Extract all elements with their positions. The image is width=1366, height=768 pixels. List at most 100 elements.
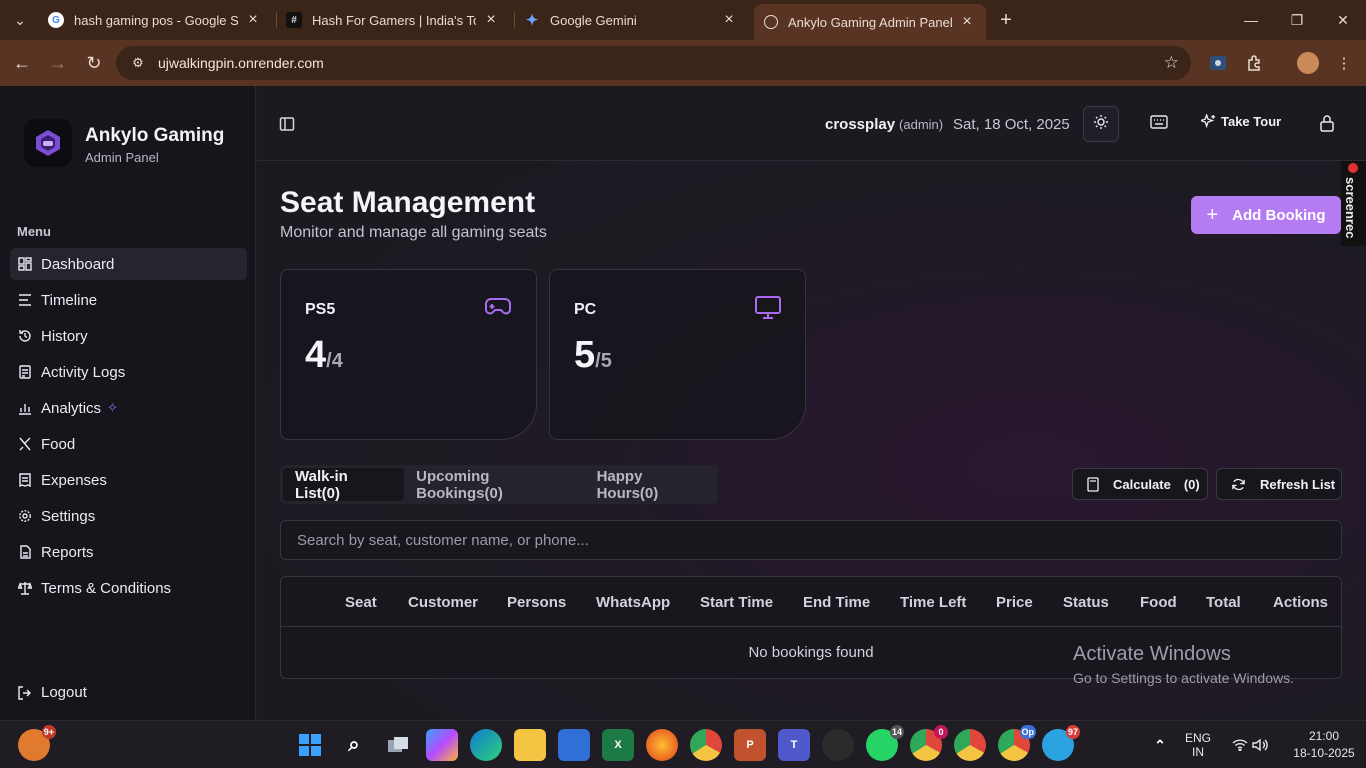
seats-available: 5/5	[574, 334, 612, 377]
take-tour-button[interactable]: Take Tour	[1201, 114, 1281, 129]
close-tab-icon[interactable]: ×	[244, 11, 262, 29]
sparkle-icon: ✧	[107, 400, 118, 415]
excel-icon[interactable]: X	[602, 729, 634, 761]
volume-icon[interactable]	[1244, 729, 1276, 761]
start-windows-icon[interactable]	[294, 729, 326, 761]
column-header: Food	[1140, 594, 1177, 611]
microsoft-store-icon[interactable]	[558, 729, 590, 761]
minimize-icon[interactable]: —	[1228, 0, 1274, 40]
calculate-button[interactable]: Calculate (0)	[1072, 468, 1208, 500]
seat-card-pc[interactable]: PC 5/5	[549, 269, 806, 440]
add-booking-label: Add Booking	[1232, 206, 1326, 224]
user-role: (admin)	[899, 117, 944, 132]
bookmark-star-icon[interactable]: ☆	[1164, 53, 1179, 73]
tab-search-chevron-icon[interactable]: ⌄	[6, 6, 34, 34]
logout-button[interactable]: Logout	[18, 684, 87, 701]
telegram-icon[interactable]: 97	[1042, 725, 1080, 761]
system-clock[interactable]: 21:00 18-10-2025	[1290, 729, 1358, 760]
column-header: Actions	[1273, 594, 1329, 611]
watermark-subtitle: Go to Settings to activate Windows.	[1073, 670, 1294, 686]
keyboard-shortcuts-button[interactable]	[1141, 106, 1177, 142]
profile-avatar[interactable]	[1296, 51, 1320, 75]
total-count: /5	[595, 350, 612, 372]
tab-happy-hours[interactable]: Happy Hours(0)	[585, 468, 715, 502]
sidebar-toggle-icon[interactable]	[279, 116, 295, 137]
close-window-icon[interactable]: ✕	[1320, 0, 1366, 40]
column-header: WhatsApp	[596, 594, 671, 611]
extensions-puzzle-icon[interactable]	[1243, 51, 1267, 75]
tab-walk-in-list[interactable]: Walk-in List(0)	[283, 468, 405, 502]
notification-badge: 97	[1065, 725, 1080, 739]
restore-icon[interactable]: ❐	[1274, 0, 1320, 40]
chrome-profile-icon[interactable]: Op	[998, 725, 1036, 761]
add-booking-button[interactable]: + Add Booking	[1191, 196, 1341, 234]
new-tab-icon[interactable]: +	[994, 8, 1018, 32]
address-bar[interactable]: ⚙ ujwalkingpin.onrender.com ☆	[116, 46, 1191, 80]
reload-icon[interactable]: ↻	[80, 49, 108, 77]
browser-tab-2[interactable]: # Hash For Gamers | India's Top G ×	[276, 4, 510, 36]
windows-taskbar: 9+ ⌕ X P T 14 0 Op 97 ⌃ ENG IN 21:00 18-…	[0, 720, 1366, 768]
chevron-up-icon[interactable]: ⌃	[1144, 729, 1176, 761]
sidebar-item-settings[interactable]: Settings	[10, 500, 247, 532]
theme-toggle-button[interactable]	[1083, 106, 1119, 142]
screenrec-overlay[interactable]: screenrec	[1341, 161, 1366, 246]
refresh-list-button[interactable]: Refresh List	[1216, 468, 1342, 500]
chrome-profile-icon[interactable]: 0	[910, 725, 948, 761]
sidebar-item-reports[interactable]: Reports	[10, 536, 247, 568]
close-tab-icon[interactable]: ×	[482, 11, 500, 29]
browser-tab-3[interactable]: ✦ Google Gemini ×	[514, 4, 748, 36]
browser-menu-icon[interactable]: ⋮	[1332, 51, 1356, 75]
search-input[interactable]: Search by seat, customer name, or phone.…	[280, 520, 1342, 560]
brand-logo	[24, 119, 72, 167]
file-explorer-icon[interactable]	[514, 729, 546, 761]
sun-icon	[1093, 114, 1109, 135]
whatsapp-icon[interactable]: 14	[866, 725, 904, 761]
edge-browser-icon[interactable]	[470, 729, 502, 761]
task-view-icon[interactable]	[382, 729, 414, 761]
close-tab-icon[interactable]: ×	[720, 11, 738, 29]
sidebar-item-expenses[interactable]: Expenses	[10, 464, 247, 496]
search-icon[interactable]: ⌕	[338, 729, 370, 761]
lock-screen-icon[interactable]	[1319, 114, 1335, 137]
copilot-icon[interactable]	[426, 729, 458, 761]
site-info-icon[interactable]: ⚙	[126, 55, 150, 71]
sidebar-item-history[interactable]: History	[10, 320, 247, 352]
screen-capture-extension-icon[interactable]	[1206, 51, 1230, 75]
powerpoint-icon[interactable]: P	[734, 729, 766, 761]
record-dot-icon	[1348, 163, 1358, 173]
forward-arrow-icon[interactable]: →	[44, 49, 72, 77]
sidebar-item-activity-logs[interactable]: Activity Logs	[10, 356, 247, 388]
sidebar-item-analytics[interactable]: Analytics ✧	[10, 392, 247, 424]
card-title: PS5	[305, 301, 336, 318]
chrome-active-icon[interactable]	[954, 729, 986, 761]
sidebar-item-dashboard[interactable]: Dashboard	[10, 248, 247, 280]
sidebar-item-food[interactable]: Food	[10, 428, 247, 460]
chrome-icon[interactable]	[690, 729, 722, 761]
calculate-label: Calculate	[1113, 476, 1171, 492]
close-tab-icon[interactable]: ×	[958, 13, 976, 31]
available-count: 5	[574, 334, 596, 376]
windows-activation-watermark: Activate Windows Go to Settings to activ…	[1073, 643, 1294, 686]
column-header: Status	[1063, 594, 1109, 611]
back-arrow-icon[interactable]: ←	[8, 49, 36, 77]
url-text[interactable]: ujwalkingpin.onrender.com	[158, 55, 324, 71]
column-header: End Time	[803, 594, 871, 611]
column-header: Start Time	[700, 594, 774, 611]
teams-icon[interactable]: T	[778, 729, 810, 761]
browser-tab-1[interactable]: G hash gaming pos - Google Sear ×	[38, 4, 272, 36]
sidebar-item-terms[interactable]: Terms & Conditions	[10, 572, 247, 604]
gamepad-icon	[484, 296, 512, 323]
weather-widget-icon[interactable]: 9+	[18, 725, 56, 761]
total-count: /4	[326, 350, 343, 372]
sidebar-item-timeline[interactable]: Timeline	[10, 284, 247, 316]
sidebar-item-label: Settings	[41, 507, 96, 525]
speedometer-app-icon[interactable]	[822, 729, 854, 761]
browser-tab-active[interactable]: Ankylo Gaming Admin Panel ×	[754, 4, 986, 40]
utensils-icon	[18, 437, 32, 451]
firefox-icon[interactable]	[646, 729, 678, 761]
tab-upcoming-bookings[interactable]: Upcoming Bookings(0)	[404, 468, 584, 502]
current-date: Sat, 18 Oct, 2025	[953, 116, 1070, 133]
column-header: Persons	[507, 594, 567, 611]
language-indicator[interactable]: ENG IN	[1180, 731, 1216, 759]
seat-card-ps5[interactable]: PS5 4/4	[280, 269, 537, 440]
